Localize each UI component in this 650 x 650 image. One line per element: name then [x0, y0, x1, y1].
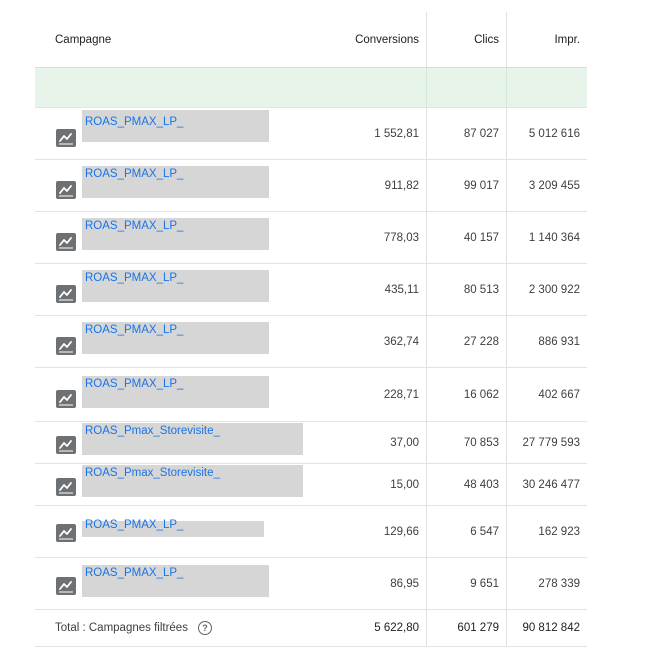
trend-chart-icon[interactable]	[56, 577, 76, 595]
table-header: Campagne Conversions Clics Impr.	[35, 12, 587, 68]
conversions-cell: 228,71	[345, 368, 427, 421]
clicks-cell: 40 157	[427, 212, 507, 263]
conversions-cell: 15,00	[345, 464, 427, 505]
help-circle-icon[interactable]: ?	[197, 621, 212, 635]
campaign-cell: ROAS_PMAX_LP_	[35, 558, 345, 609]
total-row: Total : Campagnes filtrées ? 5 622,80 60…	[35, 610, 587, 647]
conversions-cell: 129,66	[345, 506, 427, 557]
impressions-cell: 3 209 455	[528, 179, 580, 192]
campaign-name-link[interactable]: ROAS_PMAX_LP_	[85, 168, 183, 180]
total-label: Total : Campagnes filtrées	[55, 622, 188, 634]
total-clicks: 601 279	[427, 610, 507, 646]
table-row: ROAS_PMAX_LP_ 362,74 27 228 886 931	[35, 316, 587, 368]
campaign-name-link[interactable]: ROAS_PMAX_LP_	[85, 272, 183, 284]
campaign-cell: ROAS_PMAX_LP_	[35, 506, 345, 557]
trend-chart-icon[interactable]	[56, 436, 76, 454]
campaign-name-link[interactable]: ROAS_PMAX_LP_	[85, 116, 183, 128]
campaign-name-link[interactable]: ROAS_PMAX_LP_	[85, 378, 183, 390]
impressions-cell: 2 300 922	[528, 283, 580, 296]
impressions-cell: 5 012 616	[528, 127, 580, 140]
table-row: ROAS_PMAX_LP_ 1 552,81 87 027 5 012 616	[35, 108, 587, 160]
header-clicks[interactable]: Clics	[427, 12, 507, 67]
total-conversions: 5 622,80	[345, 610, 427, 646]
trend-chart-icon[interactable]	[56, 524, 76, 542]
campaign-cell: ROAS_PMAX_LP_	[35, 108, 345, 159]
campaign-cell: ROAS_PMAX_LP_	[35, 160, 345, 211]
header-campaign[interactable]: Campagne	[35, 12, 345, 67]
campaign-table: Campagne Conversions Clics Impr. ROAS_PM…	[35, 12, 587, 647]
table-row: ROAS_PMAX_LP_ 228,71 16 062 402 667	[35, 368, 587, 422]
trend-chart-icon[interactable]	[56, 129, 76, 147]
campaign-name-link[interactable]: ROAS_PMAX_LP_	[85, 567, 183, 579]
impressions-cell: 886 931	[538, 335, 580, 348]
total-label-cell: Total : Campagnes filtrées ?	[35, 610, 345, 646]
conversions-cell: 37,00	[345, 422, 427, 463]
campaign-name-link[interactable]: ROAS_PMAX_LP_	[85, 220, 183, 232]
table-row: ROAS_PMAX_LP_ 778,03 40 157 1 140 364	[35, 212, 587, 264]
clicks-cell: 6 547	[427, 506, 507, 557]
conversions-cell: 86,95	[345, 558, 427, 609]
highlight-row	[35, 68, 587, 108]
trend-chart-icon[interactable]	[56, 285, 76, 303]
campaign-name-link[interactable]: ROAS_PMAX_LP_	[85, 324, 183, 336]
table-row: ROAS_Pmax_Storevisite_ 37,00 70 853 27 7…	[35, 422, 587, 464]
campaign-cell: ROAS_PMAX_LP_	[35, 212, 345, 263]
campaign-name-link[interactable]: ROAS_Pmax_Storevisite_	[85, 467, 220, 479]
clicks-cell: 99 017	[427, 160, 507, 211]
header-conversions[interactable]: Conversions	[345, 12, 427, 67]
impressions-cell: 162 923	[538, 525, 580, 538]
conversions-cell: 911,82	[345, 160, 427, 211]
impressions-cell: 1 140 364	[528, 231, 580, 244]
table-row: ROAS_Pmax_Storevisite_ 15,00 48 403 30 2…	[35, 464, 587, 506]
total-impressions: 90 812 842	[522, 622, 580, 634]
campaign-cell: ROAS_PMAX_LP_	[35, 264, 345, 315]
impressions-cell: 27 779 593	[522, 436, 580, 449]
trend-chart-icon[interactable]	[56, 478, 76, 496]
clicks-cell: 16 062	[427, 368, 507, 421]
campaign-cell: ROAS_PMAX_LP_	[35, 368, 345, 421]
clicks-cell: 9 651	[427, 558, 507, 609]
trend-chart-icon[interactable]	[56, 233, 76, 251]
clicks-cell: 27 228	[427, 316, 507, 367]
table-row: ROAS_PMAX_LP_ 911,82 99 017 3 209 455	[35, 160, 587, 212]
conversions-cell: 435,11	[345, 264, 427, 315]
campaign-cell: ROAS_PMAX_LP_	[35, 316, 345, 367]
clicks-cell: 87 027	[427, 108, 507, 159]
campaign-cell: ROAS_Pmax_Storevisite_	[35, 464, 345, 505]
table-row: ROAS_PMAX_LP_ 86,95 9 651 278 339	[35, 558, 587, 610]
trend-chart-icon[interactable]	[56, 337, 76, 355]
conversions-cell: 362,74	[345, 316, 427, 367]
conversions-cell: 1 552,81	[345, 108, 427, 159]
campaign-cell: ROAS_Pmax_Storevisite_	[35, 422, 345, 463]
header-impressions[interactable]: Impr.	[507, 12, 587, 67]
trend-chart-icon[interactable]	[56, 390, 76, 408]
table-row: ROAS_PMAX_LP_ 435,11 80 513 2 300 922	[35, 264, 587, 316]
conversions-cell: 778,03	[345, 212, 427, 263]
table-row: ROAS_PMAX_LP_ 129,66 6 547 162 923	[35, 506, 587, 558]
clicks-cell: 70 853	[427, 422, 507, 463]
impressions-cell: 30 246 477	[522, 478, 580, 491]
campaign-name-link[interactable]: ROAS_PMAX_LP_	[85, 519, 183, 531]
clicks-cell: 80 513	[427, 264, 507, 315]
impressions-cell: 402 667	[538, 388, 580, 401]
campaign-name-link[interactable]: ROAS_Pmax_Storevisite_	[85, 425, 220, 437]
impressions-cell: 278 339	[538, 577, 580, 590]
clicks-cell: 48 403	[427, 464, 507, 505]
trend-chart-icon[interactable]	[56, 181, 76, 199]
